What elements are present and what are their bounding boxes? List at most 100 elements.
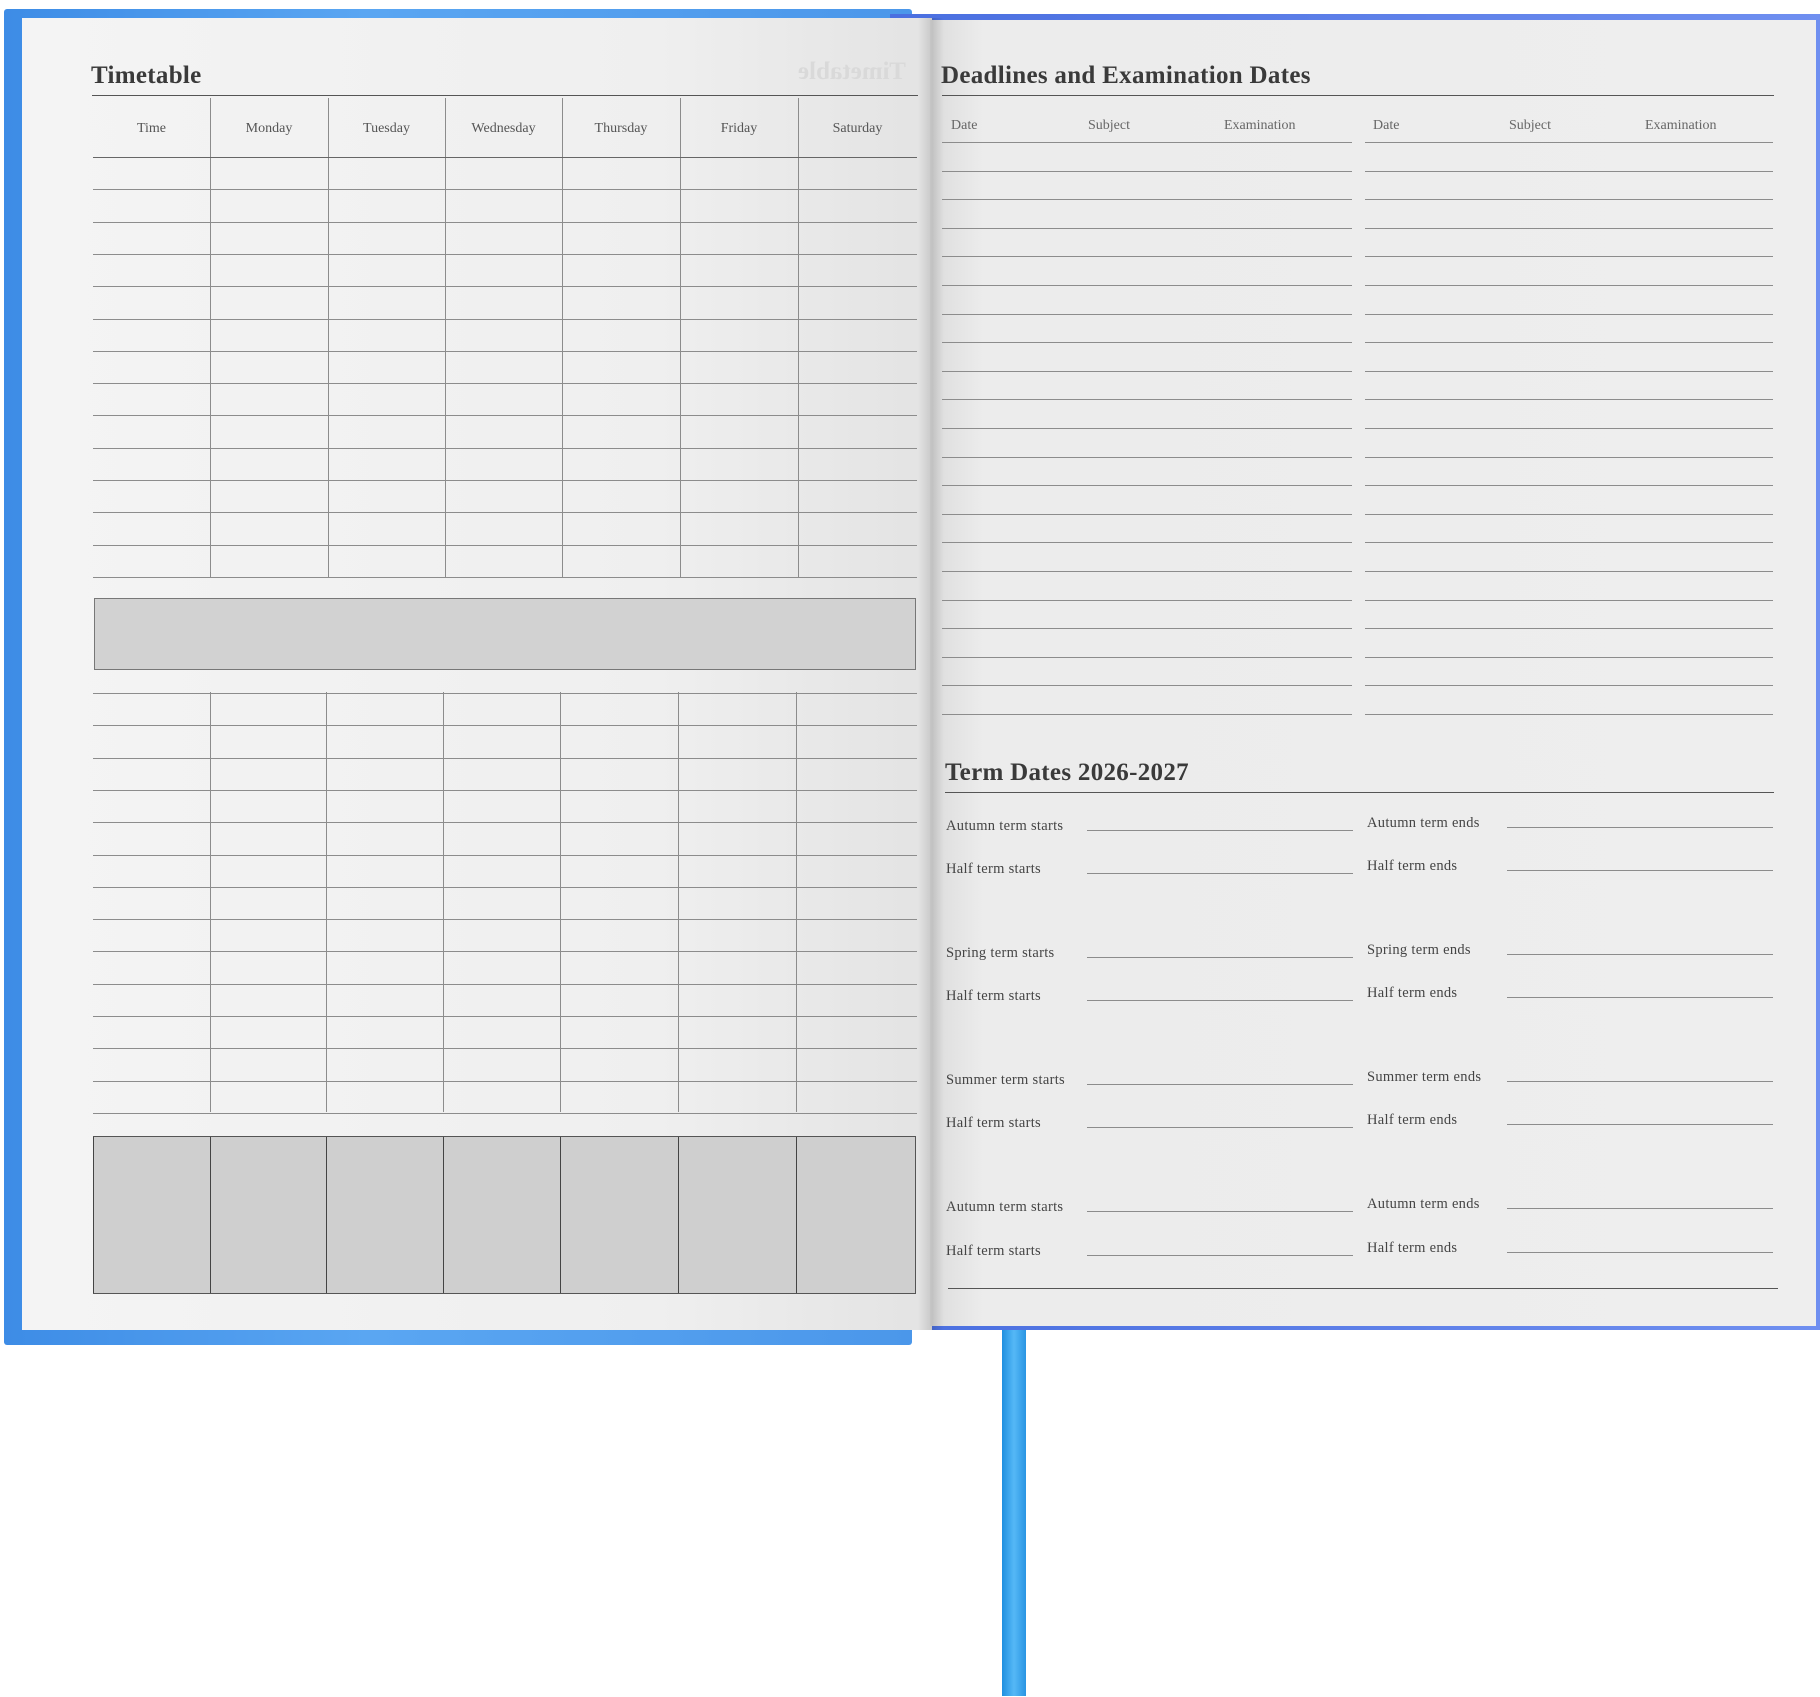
deadlines-row-line <box>942 227 1352 229</box>
deadlines-row-line <box>942 456 1352 458</box>
deadlines-row-line <box>942 428 1352 429</box>
term-start-date-line <box>1087 1000 1353 1001</box>
term-start-label: Spring term starts <box>946 945 1055 961</box>
timetable-row-line <box>93 951 917 953</box>
timetable-title-rule <box>92 95 918 96</box>
deadlines-title: Deadlines and Examination Dates <box>941 62 1311 89</box>
term-start-label: Autumn term starts <box>946 818 1064 834</box>
term-end-label: Half term ends <box>1367 1240 1458 1256</box>
deadlines-column-header: Date <box>1373 118 1400 133</box>
timetable-title: Timetable <box>91 62 202 89</box>
deadlines-row-line <box>942 342 1352 344</box>
deadlines-row-line <box>942 571 1352 572</box>
term-end-label: Half term ends <box>1367 1112 1458 1128</box>
deadlines-row-line <box>1365 656 1773 658</box>
spine-shadow <box>918 18 944 1330</box>
deadlines-row-line <box>1365 513 1773 515</box>
deadlines-row-line <box>942 656 1352 658</box>
timetable-column-divider <box>445 98 446 577</box>
deadlines-column-header: Examination <box>1645 118 1717 133</box>
term-end-date-line <box>1507 1252 1773 1253</box>
deadlines-row-line <box>942 599 1352 601</box>
timetable-row-line <box>93 447 917 449</box>
timetable-row-line <box>93 822 917 824</box>
timetable-row-line <box>93 350 917 352</box>
timetable-row-line <box>93 886 917 888</box>
term-end-date-line <box>1507 827 1773 828</box>
timetable-row-line <box>93 789 917 791</box>
deadlines-row-line <box>1365 628 1773 630</box>
bookmark-ribbon[interactable] <box>1002 1330 1026 1696</box>
deadlines-row-line <box>942 714 1352 715</box>
term-dates-title: Term Dates 2026-2027 <box>945 759 1189 786</box>
deadlines-row-line <box>1365 199 1773 201</box>
term-end-label: Autumn term ends <box>1367 1196 1480 1212</box>
term-dates-title-rule <box>945 792 1774 793</box>
timetable-row-line <box>93 725 917 727</box>
deadlines-row-line <box>1365 542 1773 544</box>
timetable-column-divider <box>210 98 211 577</box>
timetable-column-divider <box>328 98 329 577</box>
deadlines-row-line <box>942 485 1352 487</box>
term-end-label: Spring term ends <box>1367 942 1471 958</box>
grey-cell-divider <box>93 1137 94 1293</box>
term-start-label: Half term starts <box>946 1115 1041 1131</box>
timetable-column-divider <box>680 98 681 577</box>
timetable-column-header: Friday <box>720 121 758 136</box>
left-page <box>22 18 932 1330</box>
deadlines-row-line <box>1365 227 1773 229</box>
timetable-row-line <box>93 576 917 578</box>
timetable-row-line <box>93 318 917 320</box>
term-start-date-line <box>1087 873 1353 874</box>
deadlines-row-line <box>1365 342 1773 344</box>
deadlines-row-line <box>1365 599 1773 601</box>
timetable-grey-band <box>94 598 916 670</box>
timetable-row-line <box>93 512 917 514</box>
timetable-row-line <box>93 983 917 985</box>
grey-cell-divider <box>560 1137 561 1293</box>
deadlines-row-line <box>942 170 1352 172</box>
term-start-date-line <box>1087 1084 1353 1085</box>
timetable-row-line <box>93 1080 917 1082</box>
term-end-date-line <box>1507 1081 1773 1082</box>
term-start-date-line <box>1087 830 1353 831</box>
timetable-row-line <box>93 189 917 191</box>
term-start-label: Half term starts <box>946 988 1041 1004</box>
deadlines-row-line <box>1365 313 1773 315</box>
timetable-row-line <box>93 1112 917 1114</box>
term-start-date-line <box>1087 957 1353 958</box>
timetable-column-header: Monday <box>245 121 293 136</box>
deadlines-row-line <box>1365 456 1773 458</box>
deadlines-row-line <box>1365 142 1773 143</box>
timetable-column-divider <box>562 98 563 577</box>
term-end-label: Summer term ends <box>1367 1069 1482 1085</box>
timetable-row-line <box>93 480 917 481</box>
grey-cell-divider <box>678 1137 679 1293</box>
timetable-column-header: Thursday <box>594 121 648 136</box>
deadlines-column-header: Examination <box>1224 118 1296 133</box>
term-start-label: Autumn term starts <box>946 1199 1064 1215</box>
grey-cell-divider <box>210 1137 211 1293</box>
term-start-date-line <box>1087 1127 1353 1128</box>
deadlines-row-line <box>942 256 1352 258</box>
grey-cell-divider <box>443 1137 444 1293</box>
timetable-row-line <box>93 253 917 255</box>
grey-cell-divider <box>326 1137 327 1293</box>
deadlines-row-line <box>1365 285 1773 286</box>
term-end-label: Half term ends <box>1367 985 1458 1001</box>
deadlines-row-line <box>1365 170 1773 172</box>
timetable-column-header: Time <box>136 121 167 136</box>
term-end-date-line <box>1507 1208 1773 1209</box>
deadlines-row-line <box>942 685 1352 687</box>
term-end-date-line <box>1507 954 1773 955</box>
timetable-column-header: Tuesday <box>363 121 410 136</box>
deadlines-row-line <box>1365 685 1773 687</box>
timetable-column-header: Wednesday <box>471 121 536 136</box>
timetable-row-line <box>93 919 917 921</box>
term-start-date-line <box>1087 1211 1353 1212</box>
timetable-grey-cells <box>93 1136 916 1294</box>
term-end-date-line <box>1507 870 1773 871</box>
term-start-label: Half term starts <box>946 1243 1041 1259</box>
deadlines-row-line <box>942 285 1352 286</box>
deadlines-row-line <box>942 542 1352 544</box>
